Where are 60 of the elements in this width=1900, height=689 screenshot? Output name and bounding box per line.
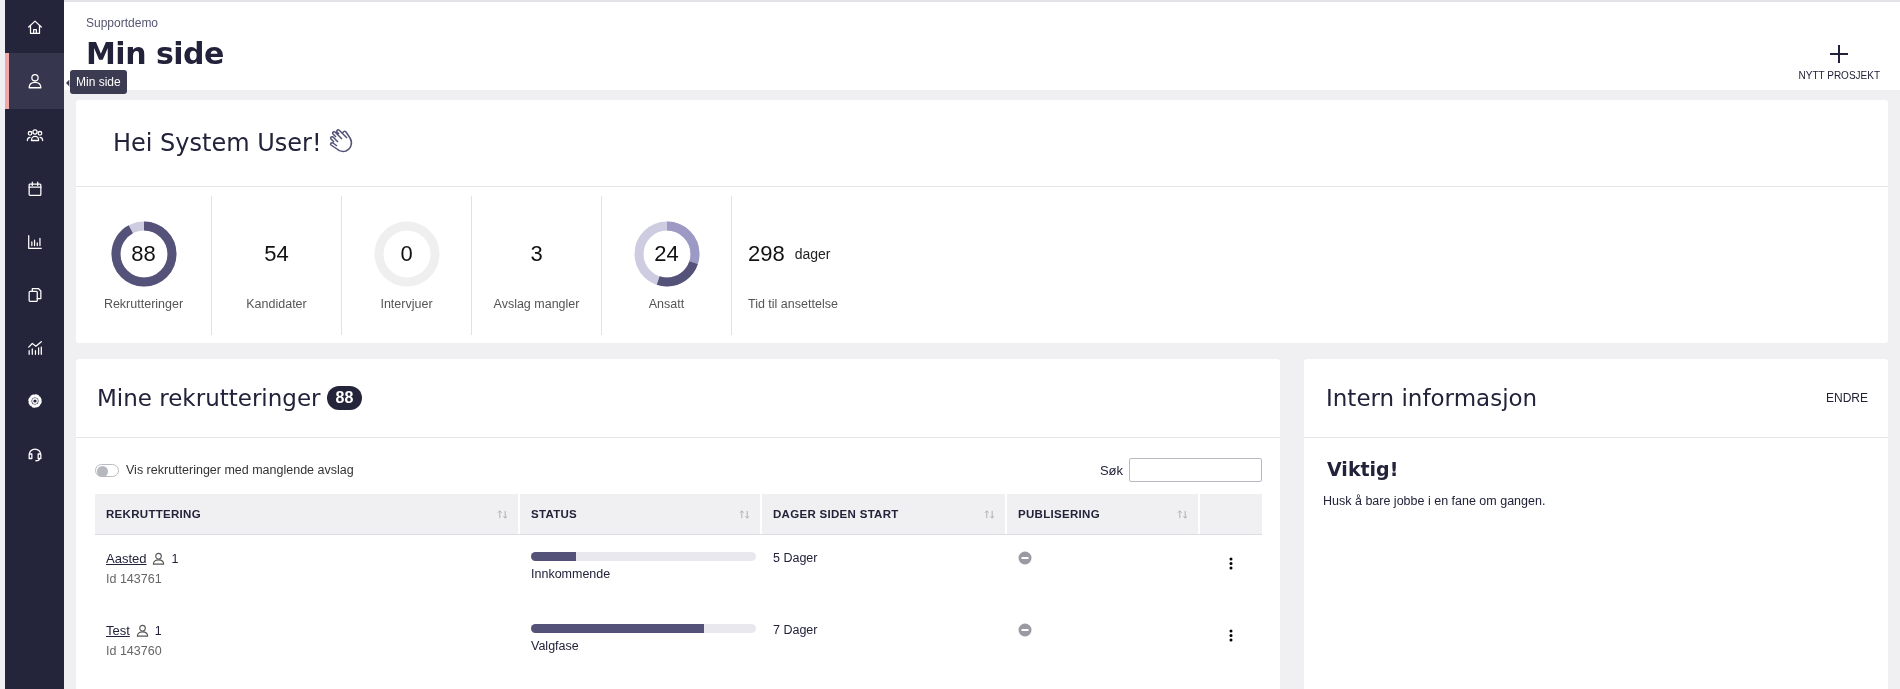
recruitment-link[interactable]: Test: [106, 623, 130, 638]
stat-label: Avslag mangler: [493, 296, 580, 311]
settings-icon: [25, 391, 44, 410]
stat-value: 3: [530, 240, 543, 267]
info-text: Husk å bare jobbe i en fane om gangen.: [1323, 494, 1547, 508]
status-label: Innkommende: [531, 567, 611, 581]
candidate-count: 1: [154, 623, 162, 638]
user-icon: [152, 552, 166, 565]
count-badge: 88: [326, 386, 363, 410]
user-icon: [135, 624, 149, 637]
info-heading: Viktig!: [1327, 458, 1400, 480]
sidebar-item[interactable]: [5, 53, 64, 109]
stat-label: Rekrutteringer: [103, 296, 184, 311]
page-title: Min side: [86, 36, 224, 71]
stat-value: 54: [264, 240, 289, 267]
breadcrumb[interactable]: Supportdemo: [86, 16, 224, 30]
column-header[interactable]: STATUS: [520, 494, 762, 534]
toggle-label: Vis rekrutteringer med manglende avslag: [126, 463, 354, 477]
card-title: Intern informasjon: [1326, 385, 1538, 411]
unpublished-icon: [1018, 551, 1032, 565]
sort-icon: [739, 509, 750, 519]
days-text: 7 Dager: [773, 623, 818, 637]
stat-value: 0: [400, 240, 413, 267]
stat-label: Tid til ansettelse: [748, 296, 838, 311]
search-label: Søk: [1099, 462, 1123, 478]
column-header[interactable]: PUBLISERING: [1007, 494, 1200, 534]
recruitment-id: Id 143761: [106, 572, 162, 586]
sort-icon: [984, 509, 995, 519]
stat-label: Ansatt: [648, 296, 685, 311]
unpublished-icon: [1018, 623, 1032, 637]
recruitment-link[interactable]: Aasted: [106, 551, 147, 566]
new-project-button[interactable]: NYTT PROSJEKT: [1798, 44, 1880, 81]
tooltip: Min side: [70, 70, 127, 94]
stat-value: 88: [131, 240, 156, 267]
donut-chart: [633, 220, 700, 287]
stat-label: Kandidater: [246, 296, 307, 311]
recruitment-id: Id 143760: [106, 644, 162, 658]
stat-value: 298: [748, 240, 785, 267]
card-title: Mine rekrutteringer: [97, 385, 321, 411]
donut-chart: [110, 220, 177, 287]
status-label: Valgfase: [531, 639, 579, 653]
search-field[interactable]: [1129, 458, 1262, 482]
edit-button[interactable]: ENDRE: [1826, 391, 1868, 405]
stat-unit: dager: [794, 245, 831, 262]
stat-value: 24: [654, 240, 679, 267]
column-header[interactable]: DAGER SIDEN START: [762, 494, 1007, 534]
chart-icon: [25, 338, 44, 357]
bar-chart-icon: [25, 232, 44, 251]
days-text: 5 Dager: [773, 551, 818, 565]
greeting-title: Hei System User!: [113, 129, 322, 157]
plus-icon: [1829, 44, 1850, 64]
sort-icon: [1177, 509, 1188, 519]
sort-icon: [497, 509, 508, 519]
candidate-count: 1: [171, 551, 179, 566]
stat-label: Intervjuer: [380, 296, 433, 311]
header-cell: [1200, 494, 1262, 534]
column-header[interactable]: REKRUTTERING: [95, 494, 520, 534]
kebab-icon: [1229, 629, 1233, 642]
toggle-switch[interactable]: [95, 463, 119, 477]
kebab-icon: [1229, 557, 1233, 570]
